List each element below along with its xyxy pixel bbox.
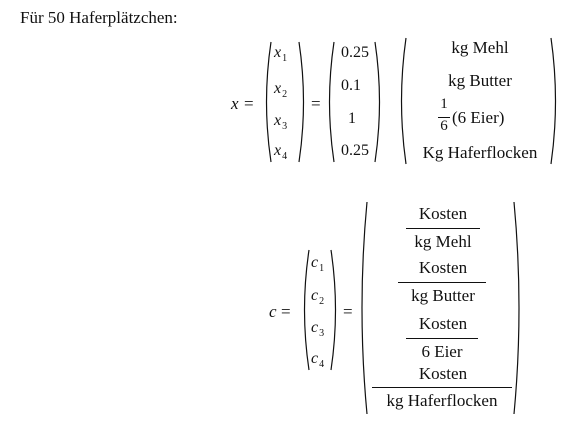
cost-fraction-2-num: Kosten bbox=[418, 258, 468, 277]
cost-fraction-4-den: kg Haferflocken bbox=[386, 391, 498, 410]
c-vector-entry-2: c2 bbox=[311, 287, 325, 307]
cost-fraction-3-num: Kosten bbox=[418, 314, 468, 333]
cost-fraction-1-num: Kosten bbox=[418, 204, 468, 223]
c-equals: = bbox=[281, 302, 291, 321]
cost-fraction-3-den: 6 Eier bbox=[421, 342, 463, 361]
unit-eier-text: (6 Eier) bbox=[452, 108, 505, 127]
x-lhs: x bbox=[231, 94, 239, 113]
x-vector-left-paren bbox=[265, 41, 272, 163]
heading: Für 50 Haferplätzchen: bbox=[20, 8, 178, 27]
value-1: 0.25 bbox=[341, 44, 369, 61]
cost-fraction-1-line bbox=[406, 228, 480, 229]
x-vector-entry-4: x4 bbox=[274, 142, 288, 162]
x-equals-2: = bbox=[311, 94, 321, 113]
unit-kg-mehl: kg Mehl bbox=[451, 38, 509, 57]
cost-fraction-2-line bbox=[398, 282, 486, 283]
cost-fraction-4-line bbox=[372, 387, 512, 388]
x-vector-entry-3: x3 bbox=[274, 112, 288, 132]
units-left-paren bbox=[400, 37, 407, 165]
x-vector-right-paren bbox=[298, 41, 305, 163]
cost-fraction-3-line bbox=[406, 338, 478, 339]
x-vector-entry-2: x2 bbox=[274, 80, 288, 100]
value-2: 0.1 bbox=[341, 77, 361, 94]
cost-left-paren bbox=[361, 201, 368, 415]
cost-fraction-1-den: kg Mehl bbox=[414, 232, 472, 251]
cost-fraction-4-num: Kosten bbox=[418, 364, 468, 383]
c-equals-2: = bbox=[343, 302, 353, 321]
c-vector-entry-3: c3 bbox=[311, 319, 325, 339]
c-lhs: c bbox=[269, 302, 277, 321]
unit-eier-fraction-den: 6 bbox=[440, 118, 448, 134]
unit-eier-fraction-num: 1 bbox=[440, 96, 448, 112]
unit-kg-haferflocken: Kg Haferflocken bbox=[422, 143, 538, 162]
x-equals: = bbox=[244, 94, 254, 113]
value-4: 0.25 bbox=[341, 142, 369, 159]
c-vector-left-paren bbox=[303, 249, 310, 371]
cost-fraction-2-den: kg Butter bbox=[411, 286, 475, 305]
x-vector-entry-1: x1 bbox=[274, 44, 288, 64]
c-vector-right-paren bbox=[330, 249, 337, 371]
cost-right-paren bbox=[513, 201, 520, 415]
value-3: 1 bbox=[348, 110, 356, 127]
c-vector-entry-4: c4 bbox=[311, 350, 325, 370]
c-vector-entry-1: c1 bbox=[311, 254, 325, 274]
unit-kg-butter: kg Butter bbox=[448, 71, 512, 90]
